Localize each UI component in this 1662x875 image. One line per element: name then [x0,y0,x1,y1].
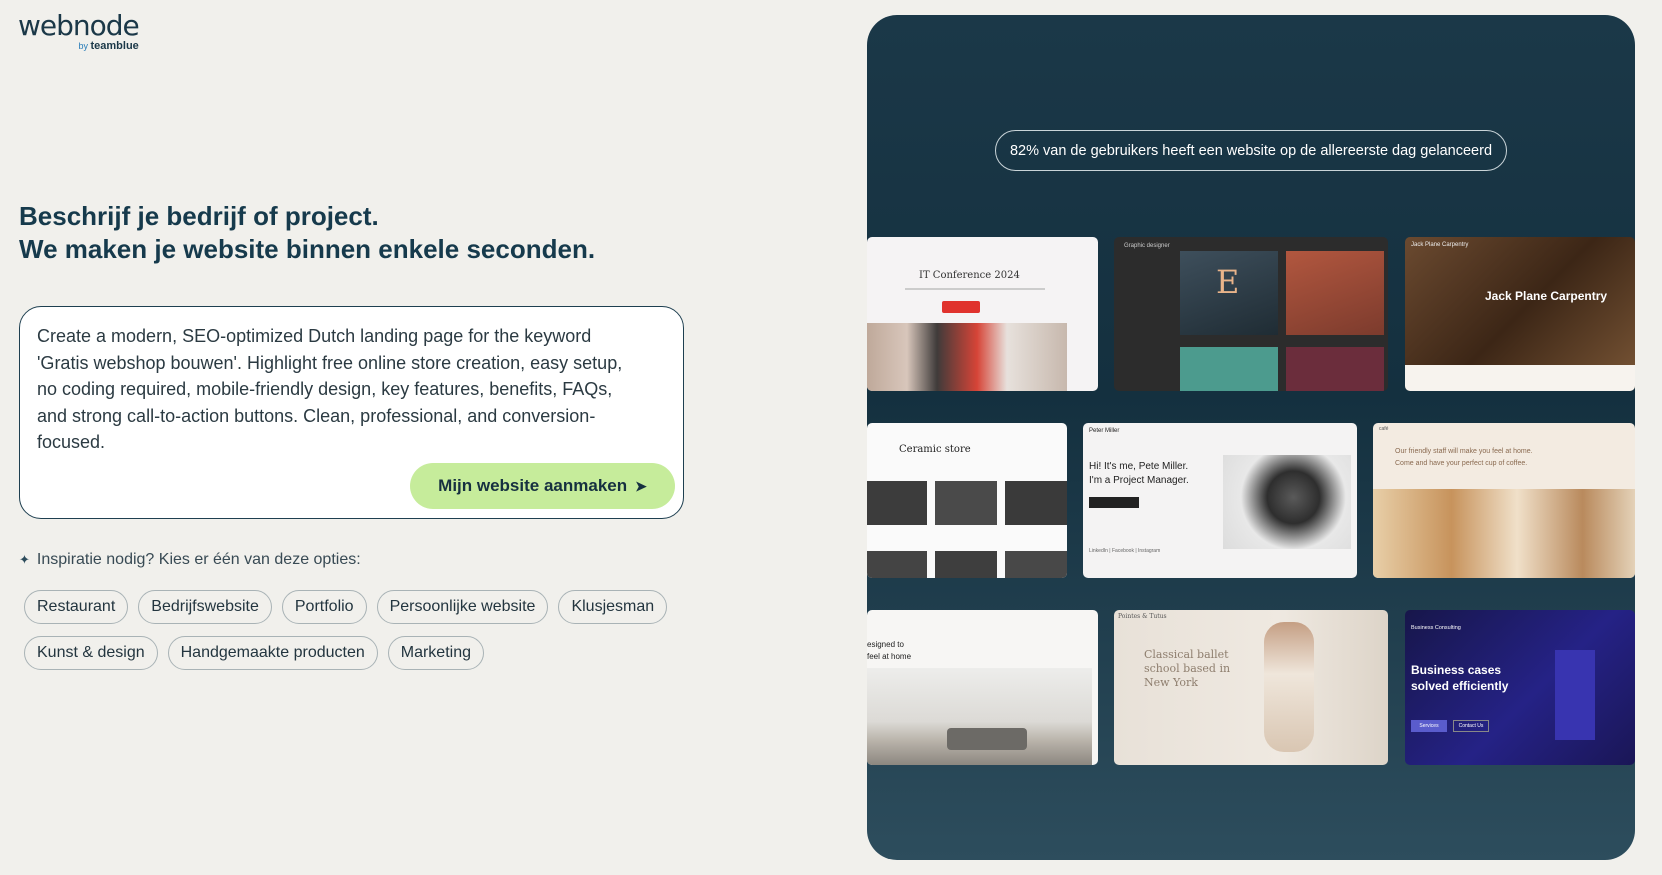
business-button-2: Contact Us [1453,720,1489,732]
pete-line-2: I'm a Project Manager. [1089,475,1189,486]
inspiration-text: Inspiratie nodig? Kies er één van deze o… [36,551,361,568]
sparkle-icon: ✦ [19,552,30,567]
option-chip-klusjesman[interactable]: Klusjesman [558,590,668,624]
webnode-logo[interactable]: webnode by teamblue [18,9,140,53]
logo-parent: teamblue [90,40,139,52]
template-thumb-interior: esigned to feel at home [867,610,1098,765]
designer-tile-3 [1180,347,1278,391]
interior-line-2: feel at home [867,652,912,661]
page-title: Beschrijf je bedrijf of project. We make… [19,200,595,266]
template-thumb-carpentry: Jack Plane Carpentry Jack Plane Carpentr… [1405,237,1635,391]
option-chip-marketing[interactable]: Marketing [387,636,484,670]
template-thumb-business: Business Consulting Business cases solve… [1405,610,1635,765]
ballet-brand: Pointes & Tutus [1118,613,1167,620]
designer-tile-1: E [1180,251,1278,335]
ceramic-product-5 [935,551,997,578]
designer-brand: Graphic designer [1124,243,1170,249]
logo-byline: by teamblue [78,40,138,52]
template-thumb-conference: IT Conference 2024 [867,237,1098,391]
ceramic-product-3 [1005,481,1067,525]
option-chip-portfolio[interactable]: Portfolio [281,590,367,624]
ballet-dancer [1264,622,1314,752]
cafe-line-1: Our friendly staff will make you feel at… [1395,448,1533,455]
arrow-right-icon: ➤ [635,477,647,494]
option-chip-restaurant[interactable]: Restaurant [24,590,129,624]
template-thumb-ballet: Pointes & Tutus Classical ballet school … [1114,610,1388,765]
option-chip-kunst-design[interactable]: Kunst & design [24,636,158,670]
conference-photo [867,323,1067,391]
designer-tile-4 [1286,347,1384,391]
pete-button [1089,497,1139,508]
designer-letter: E [1216,263,1240,301]
ballet-title: Classical ballet school based in New Yor… [1144,648,1231,689]
template-thumb-ceramic: Ceramic store [867,423,1067,578]
cafe-photo [1373,489,1635,578]
interior-sofa [947,728,1027,750]
template-thumb-cafe: café Our friendly staff will make you fe… [1373,423,1635,578]
prompt-textarea[interactable]: Create a modern, SEO-optimized Dutch lan… [37,323,637,456]
create-website-button[interactable]: Mijn website aanmaken ➤ [410,463,675,509]
option-chip-persoonlijke-website[interactable]: Persoonlijke website [376,590,549,624]
prompt-container: Create a modern, SEO-optimized Dutch lan… [19,306,684,519]
inspiration-label: ✦ Inspiratie nodig? Kies er één van deze… [19,551,361,569]
ceramic-product-4 [867,551,927,578]
stat-badge: 82% van de gebruikers heeft een website … [995,130,1507,171]
template-thumb-pete: Peter Miller Hi! It's me, Pete Miller. I… [1083,423,1357,578]
title-line-1: Beschrijf je bedrijf of project. [19,201,379,231]
interior-line-1: esigned to [867,640,904,649]
business-button-1: Services [1411,720,1447,732]
ceramic-product-2 [935,481,997,525]
ceramic-title: Ceramic store [899,444,971,455]
logo-by: by [78,41,88,51]
ceramic-product-1 [867,481,927,525]
option-chip-bedrijfswebsite[interactable]: Bedrijfswebsite [138,590,272,624]
pete-portrait [1223,455,1351,549]
title-line-2: We maken je website binnen enkele second… [19,234,596,264]
cafe-line-2: Come and have your perfect cup of coffee… [1395,460,1528,467]
pete-brand: Peter Miller [1089,428,1120,434]
cafe-brand: café [1379,426,1389,432]
conference-title: IT Conference 2024 [919,270,1020,281]
ceramic-product-6 [1005,551,1067,578]
pete-links: LinkedIn | Facebook | Instagram [1089,548,1161,554]
template-thumb-designer: Graphic designer E [1114,237,1388,391]
carpentry-footer [1405,365,1635,391]
inspiration-options: Restaurant Bedrijfswebsite Portfolio Per… [24,590,724,670]
carpentry-brand: Jack Plane Carpentry [1411,242,1469,248]
create-website-label: Mijn website aanmaken [438,476,628,495]
carpentry-title: Jack Plane Carpentry [1485,289,1608,303]
business-light [1555,650,1595,740]
conference-button [942,301,980,313]
designer-tile-2 [1286,251,1384,335]
interior-photo [867,668,1092,765]
logo-wordmark: webnode [18,9,140,42]
pete-line-1: Hi! It's me, Pete Miller. [1089,461,1189,472]
business-title: Business cases solved efficiently [1411,663,1509,693]
business-brand: Business Consulting [1411,625,1461,631]
template-showcase: 82% van de gebruikers heeft een website … [867,15,1635,860]
option-chip-handgemaakte-producten[interactable]: Handgemaakte producten [167,636,378,670]
conference-line [905,288,1045,290]
